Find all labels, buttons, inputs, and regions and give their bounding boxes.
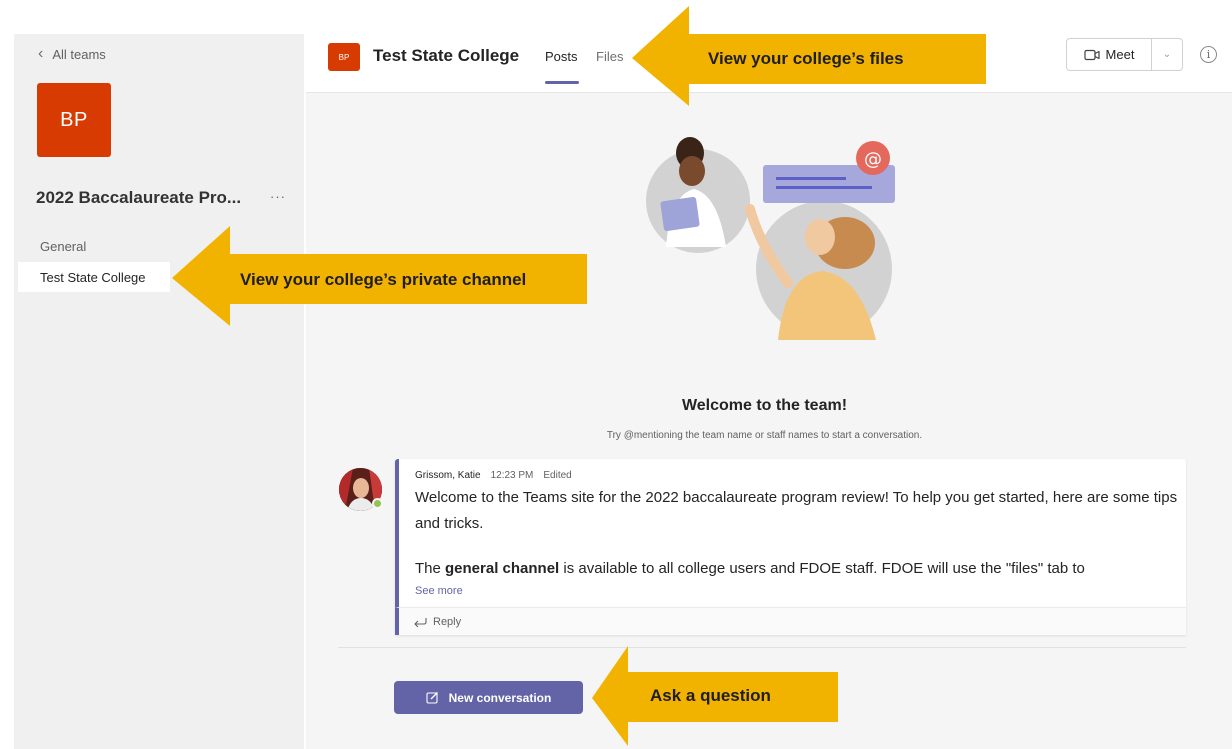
active-tab-indicator (545, 81, 579, 84)
message-p2-suffix: is available to all college users and FD… (559, 560, 1085, 577)
presence-available-badge (372, 498, 383, 509)
meet-button[interactable]: Meet (1066, 38, 1152, 71)
message-p2-prefix: The (415, 560, 446, 577)
message-p2-bold: general channel (445, 560, 560, 577)
message-card: Grissom, Katie 12:23 PM Edited Welcome t… (395, 459, 1186, 607)
all-teams-label: All teams (52, 46, 106, 62)
channel-title: Test State College (373, 46, 520, 65)
compose-icon (426, 692, 438, 704)
message-time: 12:23 PM (490, 470, 534, 481)
chevron-left-icon: ‹ (38, 45, 44, 62)
channel-general[interactable]: General (40, 239, 86, 254)
new-conversation-button[interactable]: New conversation (394, 681, 583, 714)
team-name: 2022 Baccalaureate Pro... (36, 188, 242, 207)
reply-button[interactable]: Reply (395, 607, 1186, 635)
callout-label-private-channel: View your college’s private channel (240, 270, 527, 289)
tab-files[interactable]: Files (596, 49, 623, 64)
message-meta: Grissom, Katie 12:23 PM Edited (415, 470, 572, 481)
more-options-icon[interactable]: ··· (270, 189, 286, 204)
reply-label: Reply (433, 615, 462, 628)
welcome-title: Welcome to the team! (681, 397, 848, 414)
channel-test-state-college[interactable]: Test State College (40, 270, 146, 285)
callout-label-ask: Ask a question (650, 686, 771, 705)
welcome-illustration: @ (646, 137, 895, 340)
tab-posts[interactable]: Posts (545, 49, 578, 64)
info-icon[interactable]: i (1200, 46, 1217, 63)
callout-label-files: View your college’s files (708, 49, 904, 68)
meet-label: Meet (1105, 47, 1135, 62)
message-paragraph-2: The general channel is available to all … (415, 557, 1180, 581)
chevron-down-icon: ⌄ (1162, 49, 1172, 60)
welcome-subtitle: Try @mentioning the team name or staff n… (606, 430, 923, 441)
message-paragraph-1: Welcome to the Teams site for the 2022 b… (415, 489, 1178, 532)
video-camera-icon (1083, 49, 1100, 60)
all-teams-link[interactable]: ‹ All teams (38, 46, 106, 62)
new-conversation-label: New conversation (448, 690, 552, 705)
message-status: Edited (543, 470, 572, 481)
team-avatar: BP (37, 83, 111, 157)
message-author[interactable]: Grissom, Katie (415, 470, 481, 481)
channel-avatar: BP (328, 43, 360, 71)
svg-text:@: @ (864, 149, 882, 170)
see-more-link[interactable]: See more (415, 585, 463, 597)
meet-dropdown-button[interactable]: ⌄ (1152, 38, 1183, 71)
reply-icon (414, 617, 427, 627)
